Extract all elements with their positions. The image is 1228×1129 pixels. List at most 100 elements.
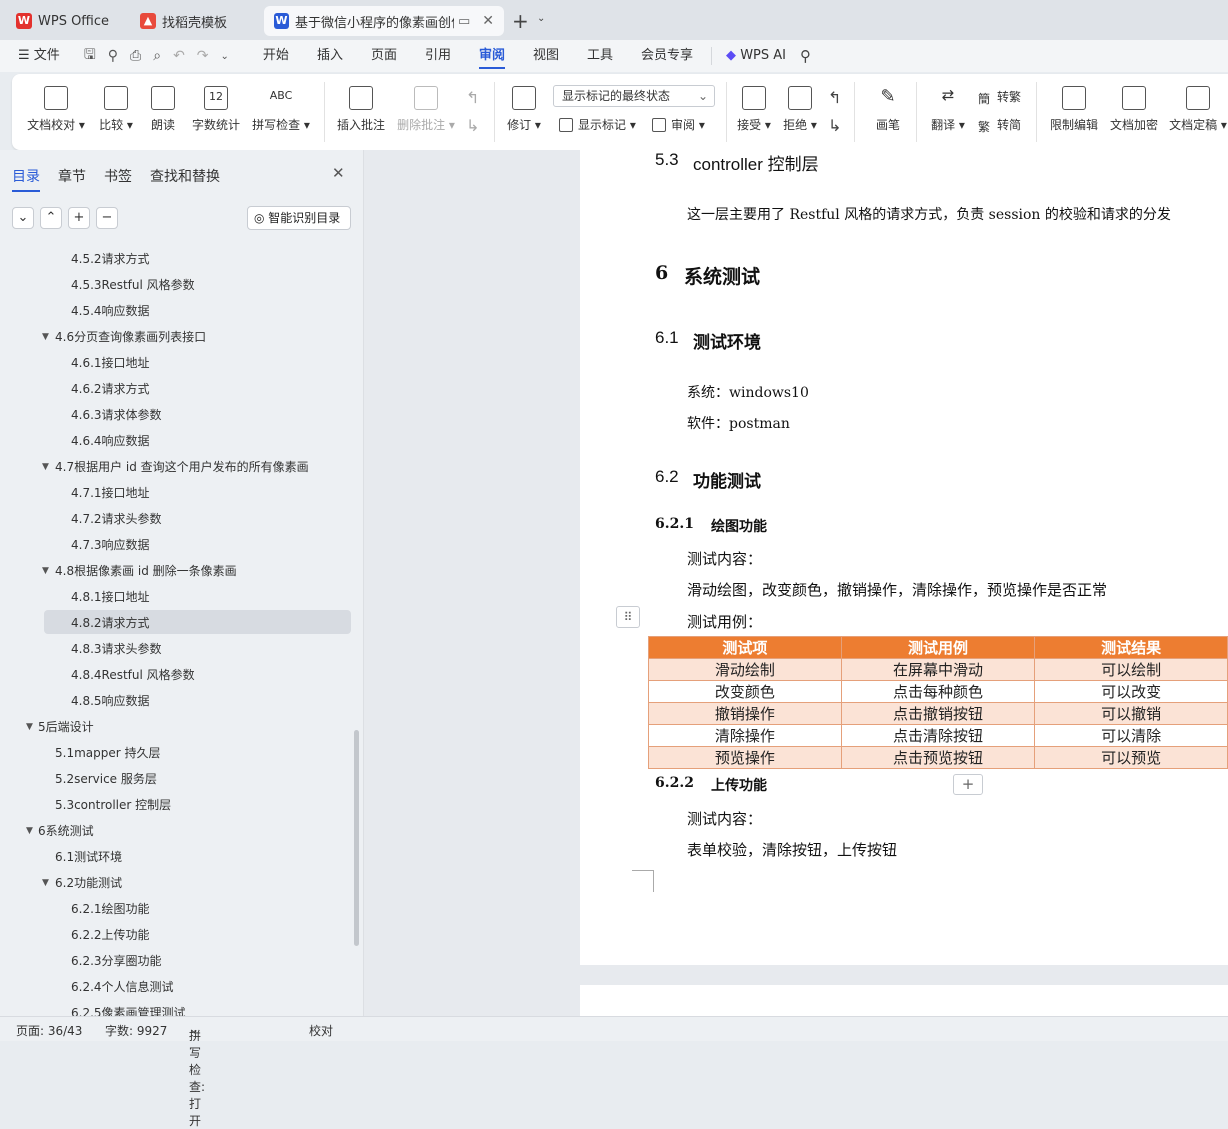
scrollbar-thumb[interactable] — [354, 730, 359, 946]
next-comment-icon[interactable]: ↳ — [466, 116, 479, 135]
add-row-button[interactable]: + — [953, 774, 983, 795]
next-change-icon[interactable]: ↳ — [828, 116, 841, 135]
prev-comment-icon[interactable]: ↰ — [466, 88, 479, 107]
menu-membership[interactable]: 会员专享 — [627, 40, 707, 72]
tab-bookmarks[interactable]: 书签 — [104, 166, 132, 186]
toc-item[interactable]: 4.8.5响应数据 — [0, 688, 350, 714]
tab-document[interactable]: W 基于微信小程序的像素画创作与 ▭ ✕ — [264, 6, 504, 36]
share-icon[interactable]: ⚲ — [108, 48, 118, 64]
toc-item[interactable]: 4.5.4响应数据 — [0, 298, 350, 324]
to-traditional-button[interactable]: 簡转繁 — [978, 88, 1021, 106]
toc-item[interactable]: 4.6.3请求体参数 — [0, 402, 350, 428]
toc-item[interactable]: 4.6.4响应数据 — [0, 428, 350, 454]
page-indicator[interactable]: 页面: 36/43 — [16, 1022, 82, 1039]
tab-wps-office[interactable]: W WPS Office — [6, 6, 124, 36]
toc-item[interactable]: ▼ 4.6分页查询像素画列表接口 — [0, 324, 350, 350]
toc-item[interactable]: 4.7.2请求头参数 — [0, 506, 350, 532]
toc-item[interactable]: 6.2.1绘图功能 — [0, 896, 350, 922]
show-markup-button[interactable]: 显示标记 ▾ — [559, 116, 636, 133]
proof-indicator[interactable]: 校对 — [309, 1022, 333, 1039]
toc-item[interactable]: 6.2.3分享圈功能 — [0, 948, 350, 974]
collapse-all-button[interactable]: ⌄ — [12, 207, 34, 229]
to-simplified-button[interactable]: 繁转简 — [978, 116, 1021, 134]
add-heading-button[interactable]: + — [68, 207, 90, 229]
search-icon[interactable]: ⚲ — [800, 47, 811, 65]
toc-item[interactable]: ▼ 6.2功能测试 — [0, 870, 350, 896]
new-tab-icon[interactable]: + — [512, 9, 529, 33]
chevron-down-icon[interactable]: ⌄ — [537, 13, 545, 24]
expand-triangle-icon[interactable]: ▼ — [26, 714, 33, 740]
print-preview-icon[interactable]: ⌕ — [153, 48, 161, 64]
table-drag-handle-icon[interactable]: ⠿ — [616, 606, 640, 628]
review-pane-button[interactable]: 审阅 ▾ — [652, 116, 705, 133]
proof-button[interactable]: 文档校对 ▾ — [26, 82, 86, 133]
expand-triangle-icon[interactable]: ▼ — [42, 454, 49, 480]
menu-view[interactable]: 视图 — [519, 40, 573, 72]
save-icon[interactable]: 🖫 — [84, 44, 96, 68]
delete-comment-button[interactable]: 删除批注 ▾ — [396, 82, 456, 133]
close-tab-icon[interactable]: ✕ — [482, 13, 494, 29]
menu-review[interactable]: 审阅 — [465, 40, 519, 72]
finalize-button[interactable]: 文档定稿 ▾ — [1168, 82, 1228, 133]
read-aloud-button[interactable]: 朗读 — [146, 82, 180, 133]
smart-toc-button[interactable]: ◎ 智能识别目录 — [247, 206, 351, 230]
toc-item[interactable]: 5.2service 服务层 — [0, 766, 350, 792]
file-menu[interactable]: ☰ 文件 — [0, 40, 74, 72]
toc-item[interactable]: 6.2.4个人信息测试 — [0, 974, 350, 1000]
toc-item[interactable]: 4.6.1接口地址 — [0, 350, 350, 376]
print-icon[interactable]: ⎙ — [130, 48, 141, 64]
toc-item[interactable]: 6.2.2上传功能 — [0, 922, 350, 948]
toc-item[interactable]: ▼ 4.7根据用户 id 查询这个用户发布的所有像素画 — [0, 454, 350, 480]
accept-button[interactable]: 接受 ▾ — [734, 82, 774, 133]
encrypt-button[interactable]: 文档加密 — [1108, 82, 1160, 133]
compare-button[interactable]: 比较 ▾ — [96, 82, 136, 133]
spell-check-indicator[interactable]: 拼写检查: 打开 ⌄ — [189, 1022, 205, 1128]
revise-button[interactable]: 修订 ▾ — [504, 82, 544, 133]
toc-item[interactable]: ▼ 5后端设计 — [0, 714, 350, 740]
expand-triangle-icon[interactable]: ▼ — [26, 818, 33, 844]
restrict-edit-button[interactable]: 限制编辑 — [1048, 82, 1100, 133]
toc-item[interactable]: 5.1mapper 持久层 — [0, 740, 350, 766]
reject-button[interactable]: 拒绝 ▾ — [780, 82, 820, 133]
tab-docer[interactable]: ▲ 找稻壳模板 — [130, 6, 260, 36]
toc-item[interactable]: 6.1测试环境 — [0, 844, 350, 870]
pen-button[interactable]: ✎ 画笔 — [872, 82, 904, 133]
toc-item[interactable]: 4.5.2请求方式 — [0, 246, 350, 272]
toc-item[interactable]: 4.7.3响应数据 — [0, 532, 350, 558]
wps-ai-button[interactable]: ◆ WPS AI — [711, 47, 800, 65]
toc-item[interactable]: 4.8.3请求头参数 — [0, 636, 350, 662]
more-icon[interactable]: ⌄ — [221, 51, 229, 62]
undo-icon[interactable]: ↶ — [173, 48, 185, 64]
menu-start[interactable]: 开始 — [249, 40, 303, 72]
expand-up-button[interactable]: ⌃ — [40, 207, 62, 229]
toc-item[interactable]: 4.7.1接口地址 — [0, 480, 350, 506]
menu-tools[interactable]: 工具 — [573, 40, 627, 72]
toc-item[interactable]: 4.8.2请求方式 — [0, 610, 350, 636]
word-count-button[interactable]: 12 字数统计 — [190, 82, 242, 133]
menu-references[interactable]: 引用 — [411, 40, 465, 72]
toc-item[interactable]: 4.8.1接口地址 — [0, 584, 350, 610]
menu-page[interactable]: 页面 — [357, 40, 411, 72]
expand-triangle-icon[interactable]: ▼ — [42, 870, 49, 896]
expand-triangle-icon[interactable]: ▼ — [42, 324, 49, 350]
translate-button[interactable]: ⇄ 翻译 ▾ — [928, 82, 968, 133]
toc-item[interactable]: 4.5.3Restful 风格参数 — [0, 272, 350, 298]
word-count-indicator[interactable]: 字数: 9927 — [105, 1022, 167, 1039]
toc-item[interactable]: 5.3controller 控制层 — [0, 792, 350, 818]
insert-comment-button[interactable]: 插入批注 — [334, 82, 388, 133]
menu-insert[interactable]: 插入 — [303, 40, 357, 72]
spell-check-button[interactable]: ABC 拼写检查 ▾ — [250, 82, 312, 133]
redo-icon[interactable]: ↷ — [197, 48, 209, 64]
toc-item[interactable]: 4.8.4Restful 风格参数 — [0, 662, 350, 688]
markup-display-select[interactable]: 显示标记的最终状态 ⌄ — [553, 85, 715, 107]
remove-heading-button[interactable]: − — [96, 207, 118, 229]
toc-item[interactable]: ▼ 4.8根据像素画 id 删除一条像素画 — [0, 558, 350, 584]
toc-item[interactable]: 4.6.2请求方式 — [0, 376, 350, 402]
prev-change-icon[interactable]: ↰ — [828, 88, 841, 107]
tab-toc[interactable]: 目录 — [12, 166, 40, 192]
toc-item[interactable]: ▼ 6系统测试 — [0, 818, 350, 844]
tab-chapters[interactable]: 章节 — [58, 166, 86, 186]
expand-triangle-icon[interactable]: ▼ — [42, 558, 49, 584]
close-icon[interactable]: ✕ — [332, 164, 345, 182]
tab-find-replace[interactable]: 查找和替换 — [150, 166, 220, 186]
